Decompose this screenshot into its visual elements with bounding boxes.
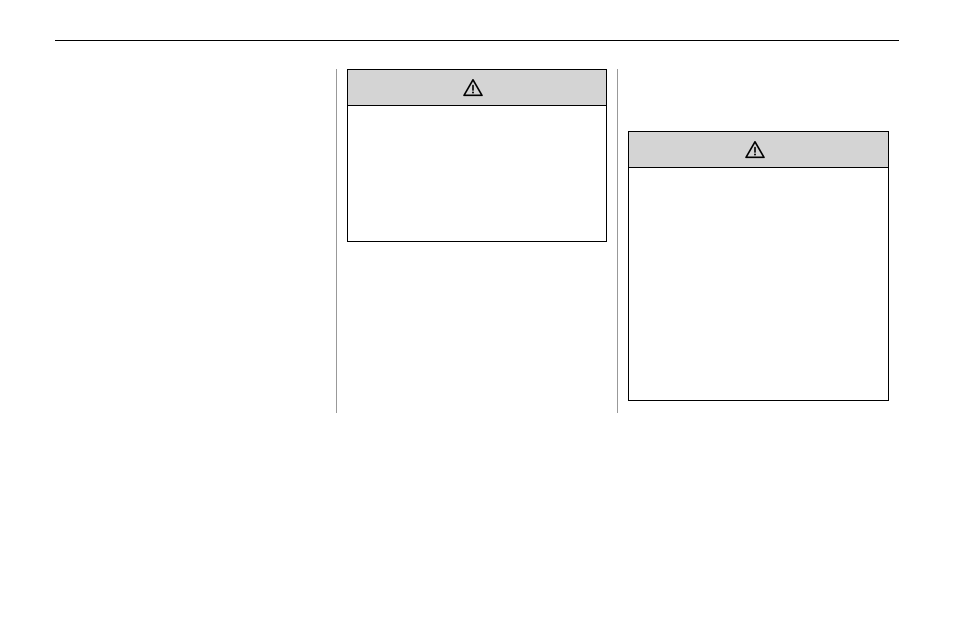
column-3: [618, 69, 899, 413]
column-1: [55, 69, 337, 413]
warning-body-2: [629, 168, 888, 400]
caution-icon: [745, 141, 765, 159]
caution-icon: [463, 79, 483, 97]
warning-body-1: [348, 106, 607, 241]
warning-box-1: [347, 69, 608, 242]
column-2: [337, 69, 619, 413]
page-container: [0, 0, 954, 413]
warning-header-1: [348, 70, 607, 106]
warning-box-2: [628, 131, 889, 401]
columns-layout: [55, 69, 899, 413]
warning-header-2: [629, 132, 888, 168]
header-rule: [55, 40, 899, 41]
